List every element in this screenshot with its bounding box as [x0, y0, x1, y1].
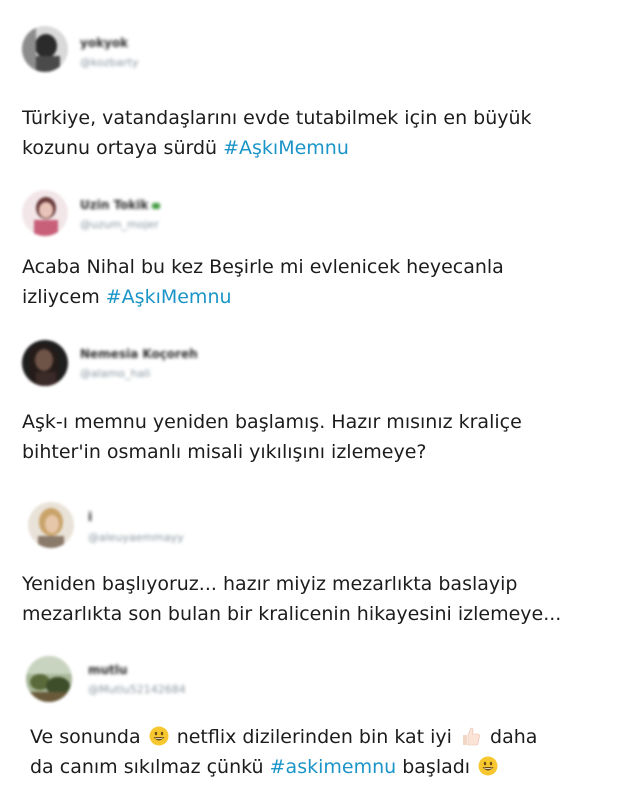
tweet-text-segment: daha — [484, 726, 538, 748]
display-name[interactable]: i — [88, 510, 92, 524]
display-name[interactable]: yokyok — [80, 36, 128, 50]
tweet-text-segment: kozunu ortaya sürdü — [22, 137, 224, 159]
grinning-face-emoji-icon — [478, 755, 498, 776]
tweet-text-line: Acaba Nihal bu kez Beşirle mi evlenicek … — [22, 256, 504, 278]
user-avatar-icon — [28, 502, 74, 548]
user-avatar-icon — [22, 340, 68, 386]
user-handle[interactable]: @kozbarty — [80, 56, 139, 69]
tweet-card: Uzin Tokik @uzum_mojer Acaba Nihal bu ke… — [0, 180, 640, 320]
hashtag-link[interactable]: #AşkıMemnu — [106, 286, 232, 308]
tweet-text-line: Yeniden başlıyoruz... hazır miyiz mezarl… — [22, 573, 518, 595]
display-name[interactable]: Nemesia Koçoreh — [80, 347, 198, 361]
hashtag-link[interactable]: #AşkıMemnu — [223, 137, 349, 159]
avatar[interactable] — [28, 502, 74, 548]
user-handle[interactable]: @aleuyaemmayy — [88, 531, 184, 544]
badge-icon — [152, 202, 161, 209]
avatar[interactable] — [26, 656, 72, 702]
tweet-text-segment: Ve sonunda — [30, 726, 147, 748]
avatar[interactable] — [22, 340, 68, 386]
tweet-text-line: kozunu ortaya sürdü #AşkıMemnu — [22, 133, 532, 163]
display-name-text: Uzin Tokik — [80, 198, 149, 212]
avatar[interactable] — [22, 26, 68, 72]
tweet-text-segment: netflix dizilerinden bin kat iyi — [170, 726, 458, 748]
tweet-card: Nemesia Koçoreh @alamo_hali Aşk-ı memnu … — [0, 330, 640, 480]
tweet-text-segment: izliycem — [22, 286, 106, 308]
tweet-text-line: izliycem #AşkıMemnu — [22, 282, 504, 312]
user-handle[interactable]: @Mutlu52142684 — [88, 683, 186, 696]
user-avatar-icon — [22, 190, 68, 236]
tweet-text-line: da canım sıkılmaz çünkü #askimemnu başla… — [30, 752, 537, 782]
user-avatar-icon — [26, 656, 72, 702]
tweet-text-segment: da canım sıkılmaz çünkü — [30, 756, 270, 778]
tweet-text-line: Türkiye, vatandaşlarını evde tutabilmek … — [22, 107, 532, 129]
display-name[interactable]: Uzin Tokik — [80, 198, 161, 212]
display-name[interactable]: mutlu — [88, 663, 127, 677]
hashtag-link[interactable]: #askimemnu — [270, 756, 397, 778]
tweet-card: yokyok @kozbarty Türkiye, vatandaşlarını… — [0, 0, 640, 180]
grinning-face-emoji-icon — [149, 725, 169, 746]
tweet-text: Türkiye, vatandaşlarını evde tutabilmek … — [22, 103, 532, 163]
tweet-text-line: bihter'in osmanlı misali yıkılışını izle… — [22, 441, 427, 463]
tweet-text-line: Ve sonunda netflix dizilerinden bin kat … — [30, 722, 537, 752]
tweet-text-line: Aşk-ı memnu yeniden başlamış. Hazır mısı… — [22, 411, 522, 433]
tweet-text-segment: başladı — [396, 756, 477, 778]
tweet-text: Aşk-ı memnu yeniden başlamış. Hazır mısı… — [22, 407, 522, 467]
tweet-text: Acaba Nihal bu kez Beşirle mi evlenicek … — [22, 252, 504, 312]
tweet-text: Yeniden başlıyoruz... hazır miyiz mezarl… — [22, 569, 561, 629]
tweet-card: mutlu @Mutlu52142684 Ve sonunda netflix … — [0, 650, 640, 800]
thumbs-up-emoji-icon — [460, 725, 482, 747]
user-avatar-icon — [22, 26, 68, 72]
tweet-text-line: mezarlıkta son bulan bir kralicenin hika… — [22, 603, 562, 625]
tweet-card: i @aleuyaemmayy Yeniden başlıyoruz... ha… — [0, 490, 640, 640]
tweet-text: Ve sonunda netflix dizilerinden bin kat … — [30, 722, 537, 782]
user-handle[interactable]: @uzum_mojer — [80, 218, 159, 231]
user-handle[interactable]: @alamo_hali — [80, 367, 150, 380]
avatar[interactable] — [22, 190, 68, 236]
